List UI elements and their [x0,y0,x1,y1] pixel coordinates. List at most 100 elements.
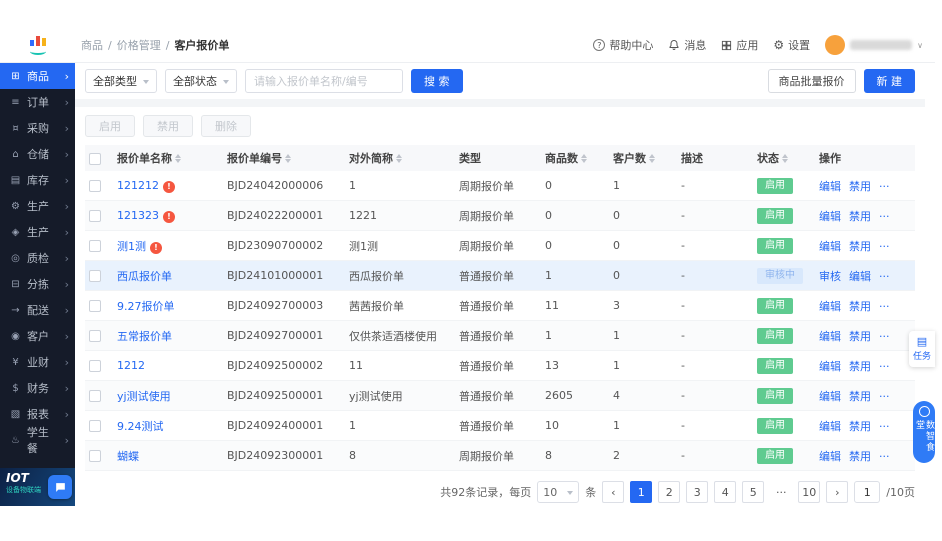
search-button[interactable]: 搜 索 [411,69,463,93]
status-filter-select[interactable]: 全部状态 [165,69,237,93]
column-header[interactable]: 对外简称 [345,150,455,166]
row-checkbox[interactable] [89,210,101,222]
row-action-button[interactable]: 禁用 [849,450,871,463]
apps-button[interactable]: 应用 [721,37,758,53]
more-actions-button[interactable]: ··· [879,390,890,403]
row-action-button[interactable]: 禁用 [849,420,871,433]
page-button-5[interactable]: 5 [742,481,765,503]
column-header[interactable]: 客户数 [609,150,677,166]
sidebar-item-student-meal[interactable]: ♨ 学生餐 › [0,426,75,455]
row-action-button[interactable]: 禁用 [849,390,871,403]
more-actions-button[interactable]: ··· [879,360,890,373]
table-row[interactable]: 121212! BJD24042000006 1 周期报价单 0 1 - 启用 编辑 禁用 ··· [85,171,915,201]
row-checkbox[interactable] [89,360,101,372]
page-button-10[interactable]: 10 [798,481,821,503]
table-row[interactable]: 9.24测试 BJD24092400001 1 普通报价单 10 1 - 启用 编辑 禁用 ··· [85,411,915,441]
table-row[interactable]: 蝴蝶 BJD24092300001 8 周期报价单 8 2 - 启用 编辑 禁用 ··· [85,441,915,471]
row-checkbox[interactable] [89,180,101,192]
table-row[interactable]: 121323! BJD24022200001 1221 周期报价单 0 0 - 启用 编辑 禁用 ·… [85,201,915,231]
row-action-button[interactable]: 编辑 [819,210,841,223]
row-action-button[interactable]: 编辑 [849,270,871,283]
row-action-button[interactable]: 禁用 [849,330,871,343]
messages-button[interactable]: 消息 [668,37,706,53]
row-checkbox[interactable] [89,270,101,282]
quote-name-link[interactable]: 121323 [117,209,159,222]
more-actions-button[interactable]: ··· [879,330,890,343]
quote-name-link[interactable]: 测1测 [117,240,146,253]
help-center-button[interactable]: ? 帮助中心 [593,37,653,53]
column-header[interactable]: 状态 [753,150,815,166]
quote-name-link[interactable]: 五常报价单 [117,330,172,343]
sidebar-item-finance[interactable]: $ 财务 › [0,375,75,401]
more-actions-button[interactable]: ··· [879,270,890,283]
row-action-button[interactable]: 编辑 [819,360,841,373]
row-action-button[interactable]: 禁用 [849,300,871,313]
sidebar-item-delivery[interactable]: → 配送 › [0,297,75,323]
service-widget[interactable]: 数智食堂 [913,401,935,463]
bulk-enable-button[interactable]: 启用 [85,115,135,137]
user-menu[interactable]: ∨ [825,35,923,55]
row-action-button[interactable]: 编辑 [819,420,841,433]
sidebar-item-business-finance[interactable]: ¥ 业财 › [0,349,75,375]
page-ellipsis[interactable]: ··· [770,481,792,503]
page-button-2[interactable]: 2 [658,481,681,503]
prev-page-button[interactable]: ‹ [602,481,625,503]
sort-icon[interactable] [175,151,181,166]
row-action-button[interactable]: 编辑 [819,240,841,253]
row-checkbox[interactable] [89,450,101,462]
table-row[interactable]: 五常报价单 BJD24092700001 仅供茶适酒楼使用 普通报价单 1 1 - 启用 编辑禁… [85,321,915,351]
row-checkbox[interactable] [89,420,101,432]
row-checkbox[interactable] [89,330,101,342]
bulk-delete-button[interactable]: 删除 [201,115,251,137]
row-action-button[interactable]: 编辑 [819,180,841,193]
sidebar-item-orders[interactable]: ≡ 订单 › [0,89,75,115]
more-actions-button[interactable]: ··· [879,300,890,313]
column-header[interactable]: 报价单名称 [113,150,223,166]
breadcrumb-item-goods[interactable]: 商品 [81,37,103,53]
settings-button[interactable]: ⚙ 设置 [773,37,810,53]
sidebar-item-sorting[interactable]: ⊟ 分拣 › [0,271,75,297]
batch-quote-button[interactable]: 商品批量报价 [767,69,856,93]
sort-icon[interactable] [782,151,788,166]
row-checkbox[interactable] [89,240,101,252]
sidebar-item-inventory[interactable]: ▤ 库存 › [0,167,75,193]
row-checkbox[interactable] [89,390,101,402]
row-action-button[interactable]: 编辑 [819,390,841,403]
row-action-button[interactable]: 禁用 [849,210,871,223]
more-actions-button[interactable]: ··· [879,420,890,433]
quote-name-link[interactable]: yj测试使用 [117,390,171,403]
more-actions-button[interactable]: ··· [879,210,890,223]
brand-logo[interactable] [0,28,75,62]
row-action-button[interactable]: 禁用 [849,360,871,373]
select-all-checkbox[interactable] [89,152,101,165]
breadcrumb-item-price-management[interactable]: 价格管理 [117,37,161,53]
table-row[interactable]: 测1测! BJD23090700002 测1测 周期报价单 0 0 - 启用 编辑 禁用 ··· [85,231,915,261]
quote-name-link[interactable]: 9.27报价单 [117,300,175,313]
table-row[interactable]: 9.27报价单 BJD24092700003 茜茜报价单 普通报价单 11 3 - 启用 编辑禁… [85,291,915,321]
page-button-3[interactable]: 3 [686,481,709,503]
sidebar-item-goods[interactable]: ⊞ 商品 › [0,63,75,89]
search-input[interactable] [245,69,403,93]
sort-icon[interactable] [649,151,655,166]
row-action-button[interactable]: 编辑 [819,300,841,313]
row-action-button[interactable]: 编辑 [819,330,841,343]
row-action-button[interactable]: 审核 [819,270,841,283]
sidebar-item-customers[interactable]: ◉ 客户 › [0,323,75,349]
task-widget[interactable]: ▤ 任务 [909,331,935,367]
more-actions-button[interactable]: ··· [879,180,890,193]
sidebar-item-warehouse[interactable]: ⌂ 仓储 › [0,141,75,167]
sort-icon[interactable] [396,151,402,166]
sidebar-item-quality[interactable]: ◎ 质检 › [0,245,75,271]
column-header[interactable]: 报价单编号 [223,150,345,166]
quote-name-link[interactable]: 1212 [117,359,145,372]
table-row[interactable]: 1212 BJD24092500002 11 普通报价单 13 1 - 启用 编辑 禁用 ··· [85,351,915,381]
sort-icon[interactable] [285,151,291,166]
quote-name-link[interactable]: 蝴蝶 [117,450,139,463]
row-action-button[interactable]: 禁用 [849,180,871,193]
sidebar-item-purchase[interactable]: ¤ 采购 › [0,115,75,141]
row-action-button[interactable]: 禁用 [849,240,871,253]
row-checkbox[interactable] [89,300,101,312]
new-button[interactable]: 新 建 [863,69,915,93]
page-jump-input[interactable] [854,481,881,503]
row-action-button[interactable]: 编辑 [819,450,841,463]
